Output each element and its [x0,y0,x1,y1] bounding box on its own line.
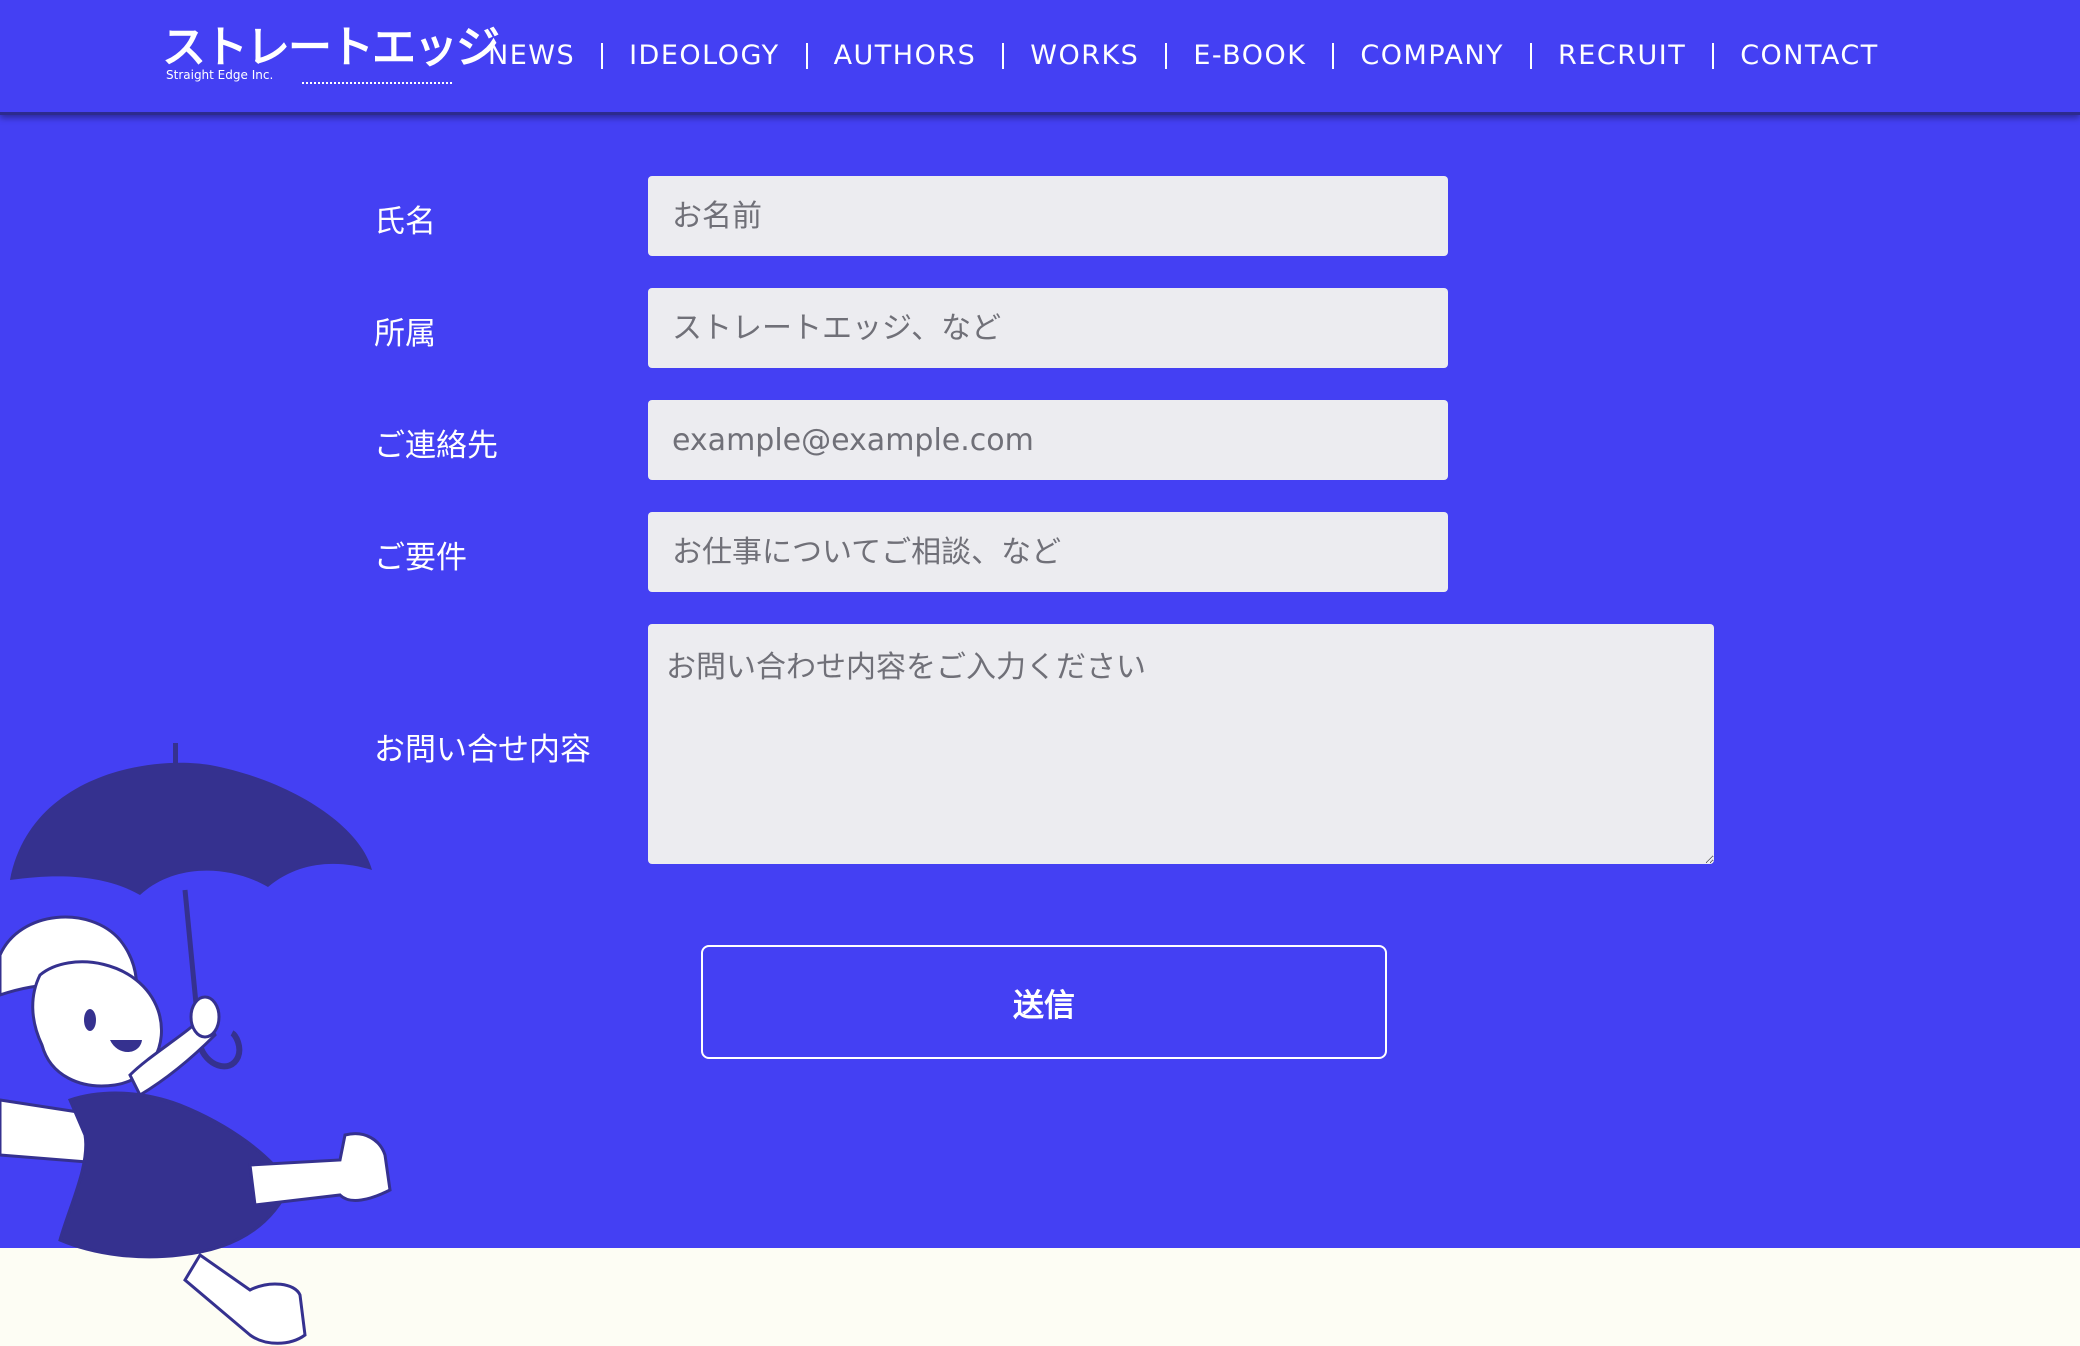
subject-label: ご要件 [374,540,467,576]
affiliation-input[interactable] [648,288,1448,368]
nav-item-ebook[interactable]: E-BOOK [1165,42,1332,69]
logo-subtext: Straight Edge Inc. [166,68,274,82]
contact-label: ご連絡先 [374,428,498,464]
nav-item-works[interactable]: WORKS [1002,42,1165,69]
message-label: お問い合せ内容 [374,732,591,768]
name-label: 氏名 [374,204,436,240]
message-textarea[interactable] [648,624,1714,864]
site-header: ストレートエッジ Straight Edge Inc. NEWS IDEOLOG… [0,0,2080,115]
affiliation-label: 所属 [374,316,436,352]
logo-rule [302,78,452,84]
girl-shoe [183,1252,307,1345]
logo[interactable]: ストレートエッジ Straight Edge Inc. [162,22,500,84]
nav-item-news[interactable]: NEWS [470,42,601,69]
nav-item-authors[interactable]: AUTHORS [805,42,1003,69]
name-input[interactable] [648,176,1448,256]
nav-item-ideology[interactable]: IDEOLOGY [601,42,805,69]
subject-input[interactable] [648,512,1448,592]
submit-button[interactable]: 送信 [701,945,1387,1059]
main-nav: NEWS IDEOLOGY AUTHORS WORKS E-BOOK COMPA… [470,0,1905,112]
nav-item-contact[interactable]: CONTACT [1712,42,1905,69]
nav-item-company[interactable]: COMPANY [1332,42,1530,69]
email-input[interactable] [648,400,1448,480]
nav-item-recruit[interactable]: RECRUIT [1530,42,1712,69]
logo-text: ストレートエッジ [162,22,500,73]
contact-form: 氏名 所属 ご連絡先 ご要件 お問い合せ内容 送信 [0,0,2080,1248]
